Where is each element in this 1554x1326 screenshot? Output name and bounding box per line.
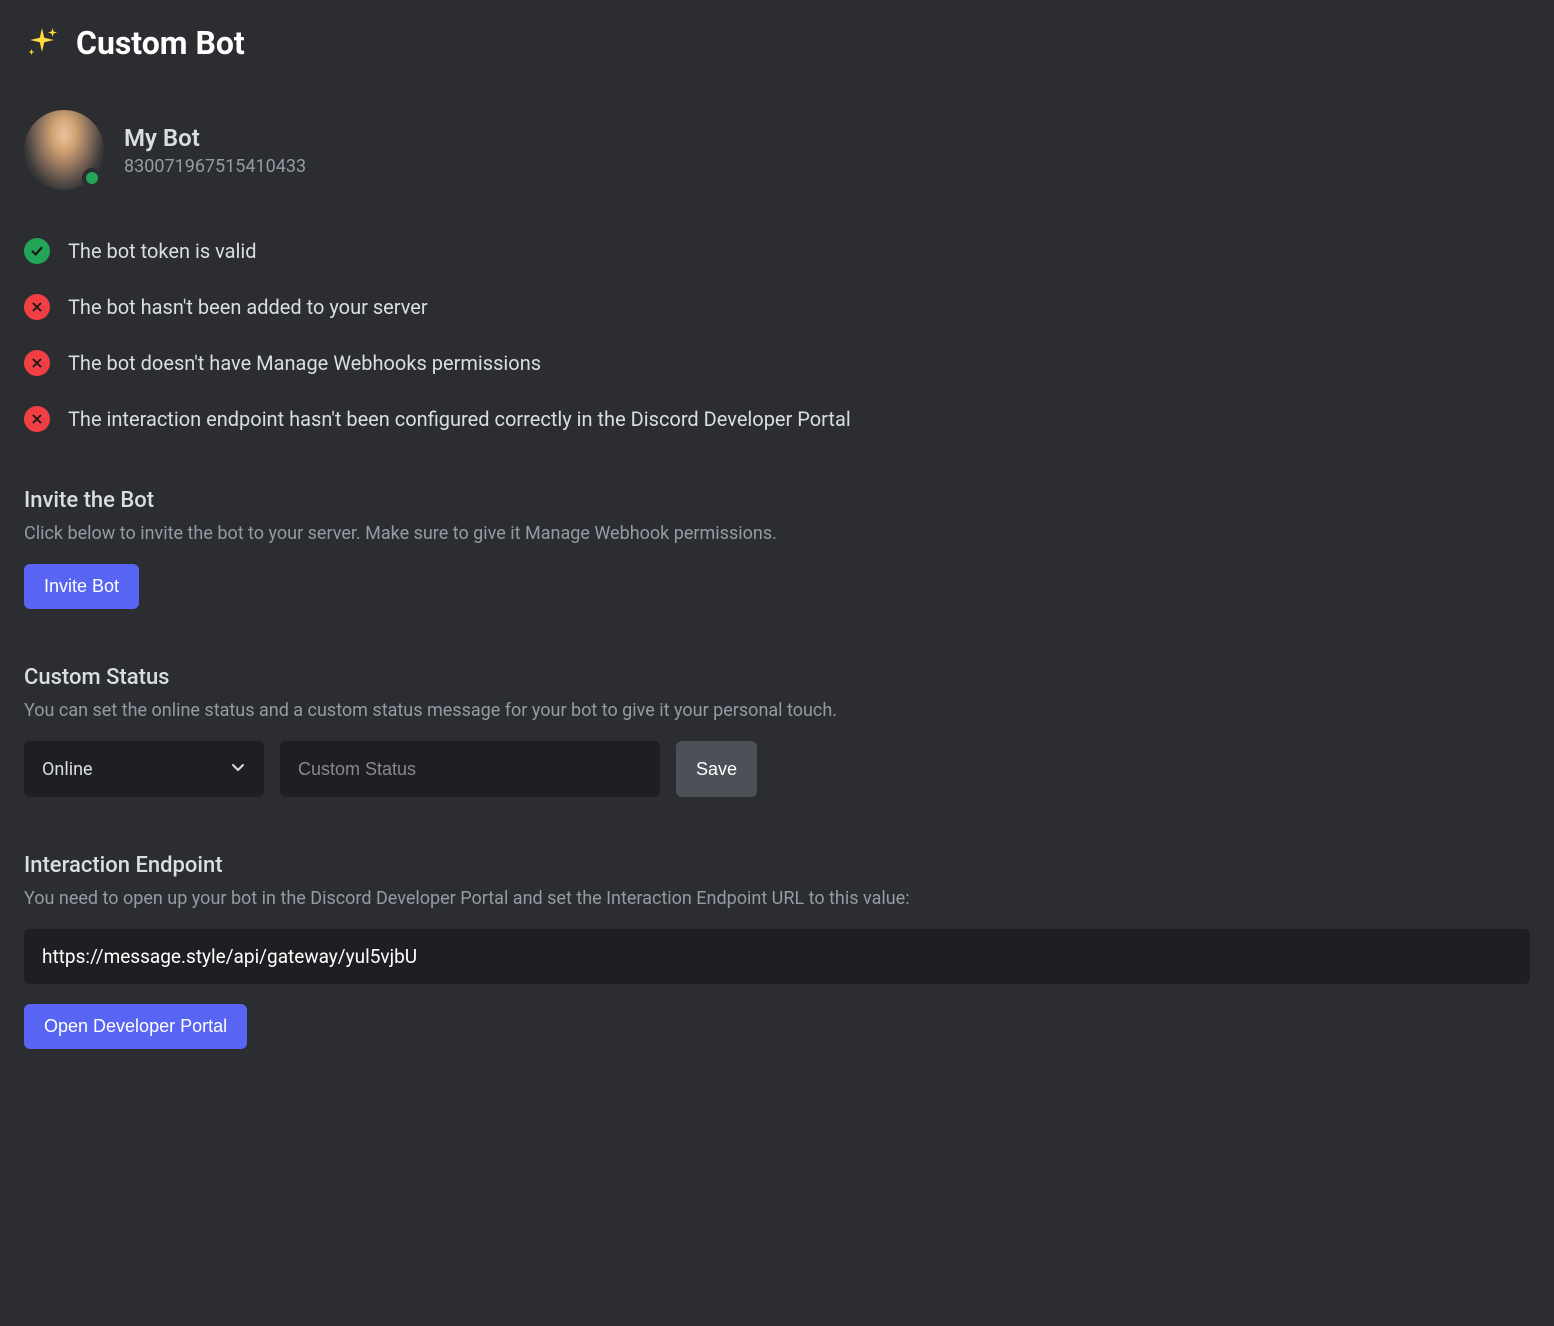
check-circle-icon	[24, 238, 50, 264]
endpoint-url-display[interactable]: https://message.style/api/gateway/yul5vj…	[24, 929, 1530, 984]
status-form-row: Online Save	[24, 741, 1530, 797]
bot-id: 830071967515410433	[124, 156, 306, 177]
x-circle-icon	[24, 294, 50, 320]
status-text: The bot doesn't have Manage Webhooks per…	[68, 351, 541, 375]
status-checks-list: The bot token is valid The bot hasn't be…	[24, 238, 1530, 432]
save-status-button[interactable]: Save	[676, 741, 757, 797]
status-check-item: The bot doesn't have Manage Webhooks per…	[24, 350, 1530, 376]
bot-name: My Bot	[124, 124, 306, 152]
online-status-select[interactable]: Online	[24, 741, 264, 797]
x-circle-icon	[24, 406, 50, 432]
section-title: Invite the Bot	[24, 488, 1530, 513]
sparkle-icon	[24, 25, 60, 61]
status-check-item: The bot hasn't been added to your server	[24, 294, 1530, 320]
invite-section: Invite the Bot Click below to invite the…	[24, 488, 1530, 609]
invite-bot-button[interactable]: Invite Bot	[24, 564, 139, 609]
chevron-down-icon	[230, 759, 246, 779]
bot-avatar	[24, 110, 104, 190]
bot-identity: My Bot 830071967515410433	[24, 110, 1530, 190]
presence-indicator-online	[82, 168, 102, 188]
section-title: Custom Status	[24, 665, 1530, 690]
custom-status-input[interactable]	[280, 741, 660, 797]
status-check-item: The interaction endpoint hasn't been con…	[24, 406, 1530, 432]
status-text: The bot token is valid	[68, 239, 257, 263]
page-header: Custom Bot	[24, 24, 1530, 62]
page-title: Custom Bot	[76, 24, 245, 62]
x-circle-icon	[24, 350, 50, 376]
status-text: The bot hasn't been added to your server	[68, 295, 428, 319]
section-description: You need to open up your bot in the Disc…	[24, 888, 1530, 909]
select-value: Online	[42, 759, 230, 780]
status-text: The interaction endpoint hasn't been con…	[68, 407, 851, 431]
open-developer-portal-button[interactable]: Open Developer Portal	[24, 1004, 247, 1049]
interaction-endpoint-section: Interaction Endpoint You need to open up…	[24, 853, 1530, 1049]
section-description: You can set the online status and a cust…	[24, 700, 1530, 721]
custom-status-section: Custom Status You can set the online sta…	[24, 665, 1530, 797]
section-description: Click below to invite the bot to your se…	[24, 523, 1530, 544]
status-check-item: The bot token is valid	[24, 238, 1530, 264]
section-title: Interaction Endpoint	[24, 853, 1530, 878]
